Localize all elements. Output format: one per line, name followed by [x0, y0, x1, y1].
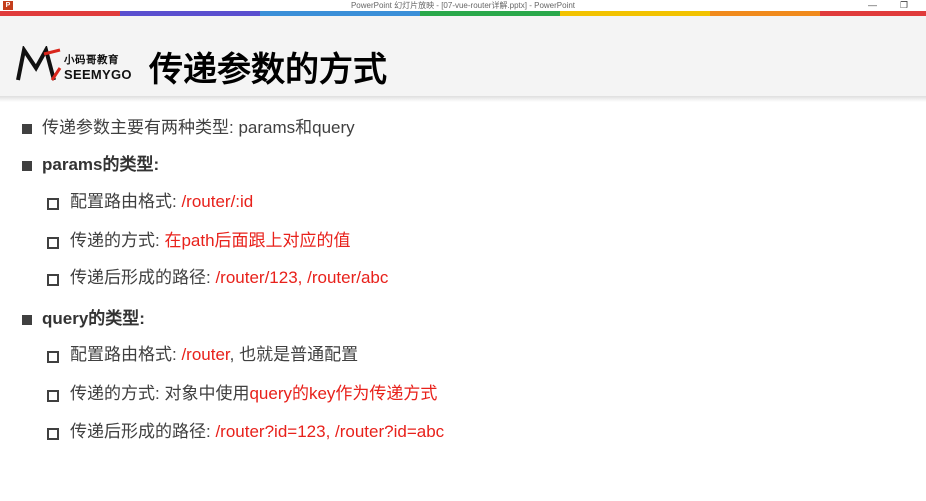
- bullet-text: 传递参数主要有两种类型: params和query: [42, 118, 355, 137]
- seemygo-logo-icon: [16, 46, 62, 81]
- hollow-square-bullet-icon: [47, 198, 59, 210]
- hollow-square-bullet-icon: [47, 390, 59, 402]
- bullet-heading: params的类型:: [42, 155, 160, 174]
- sub-bullet-text: 传递后形成的路径:: [70, 422, 216, 441]
- hollow-square-bullet-icon: [47, 428, 59, 440]
- sub-bullet-highlight: 在path后面跟上对应的值: [164, 231, 351, 250]
- slide-header: [0, 16, 926, 96]
- square-bullet-icon: [22, 315, 32, 325]
- bullet-heading: query的类型:: [42, 309, 145, 328]
- window-titlebar: P PowerPoint 幻灯片放映 - [07-vue-router详解.pp…: [0, 0, 926, 11]
- sub-bullet-line: 传递的方式: 在path后面跟上对应的值: [70, 231, 351, 251]
- hollow-square-bullet-icon: [47, 351, 59, 363]
- sub-bullet-text: 配置路由格式:: [70, 345, 182, 364]
- sub-bullet-highlight: /router/:id: [181, 192, 254, 211]
- sub-bullet-suffix: , 也就是普通配置: [229, 345, 359, 364]
- sub-bullet-line: 传递后形成的路径: /router?id=123, /router?id=abc: [70, 422, 444, 442]
- window-title: PowerPoint 幻灯片放映 - [07-vue-router详解.pptx…: [350, 1, 576, 10]
- hollow-square-bullet-icon: [47, 274, 59, 286]
- slide-title: 传递参数的方式: [149, 51, 387, 89]
- sub-bullet-text: 传递的方式: 对象中使用: [70, 384, 250, 403]
- sub-bullet-highlight: /router/123, /router/abc: [215, 268, 389, 287]
- restore-button[interactable]: ❐: [900, 0, 908, 11]
- square-bullet-icon: [22, 124, 32, 134]
- sub-bullet-text: 传递后形成的路径:: [70, 268, 216, 287]
- sub-bullet-line: 配置路由格式: /router, 也就是普通配置: [70, 345, 358, 365]
- header-shadow: [0, 96, 926, 102]
- sub-bullet-line: 传递的方式: 对象中使用query的key作为传递方式: [70, 384, 437, 404]
- sub-bullet-line: 传递后形成的路径: /router/123, /router/abc: [70, 268, 388, 288]
- logo-english-text: SEEMYGO: [64, 67, 132, 82]
- square-bullet-icon: [22, 161, 32, 171]
- sub-bullet-text: 配置路由格式:: [70, 192, 182, 211]
- sub-bullet-highlight: /router: [181, 345, 230, 364]
- sub-bullet-highlight: /router?id=123, /router?id=abc: [215, 422, 445, 441]
- logo-chinese-text: 小码哥教育: [64, 54, 119, 66]
- sub-bullet-text: 传递的方式:: [70, 231, 165, 250]
- sub-bullet-line: 配置路由格式: /router/:id: [70, 192, 253, 212]
- hollow-square-bullet-icon: [47, 237, 59, 249]
- sub-bullet-highlight: query的key作为传递方式: [249, 384, 438, 403]
- minimize-button[interactable]: —: [868, 0, 877, 11]
